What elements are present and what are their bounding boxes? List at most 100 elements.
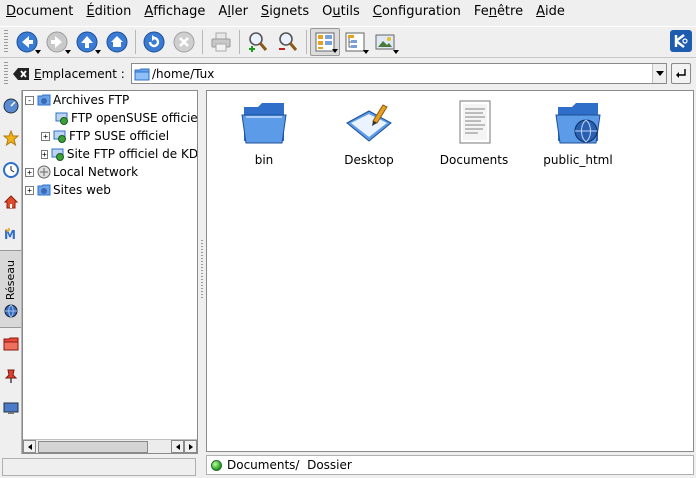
main-toolbar <box>0 26 696 58</box>
sidebar-status-bar <box>2 458 196 476</box>
up-button[interactable] <box>72 28 102 56</box>
menu-outils[interactable]: Outils <box>318 1 364 23</box>
location-bar: Emplacement : <box>0 60 696 88</box>
monitor-icon <box>3 402 18 414</box>
tree-horizontal-scrollbar[interactable] <box>23 439 197 453</box>
web-folder-icon <box>555 103 601 144</box>
printer-icon <box>211 32 231 52</box>
file-item-bin[interactable]: bin <box>219 97 309 167</box>
svg-text:M: M <box>4 228 16 242</box>
file-item-desktop[interactable]: Desktop <box>324 97 414 167</box>
tree-item-ftp-opensuse[interactable]: FTP openSUSE officiel <box>55 109 197 127</box>
zoom-out-button[interactable] <box>273 28 303 56</box>
reload-button[interactable] <box>139 28 169 56</box>
file-icon-view[interactable]: bin Desktop Documents public_html <box>206 90 694 452</box>
tab-history[interactable] <box>0 90 21 122</box>
tab-media[interactable]: M <box>0 218 21 250</box>
menu-edition[interactable]: Édition <box>82 1 135 23</box>
menu-signets[interactable]: Signets <box>257 1 313 23</box>
tab-devices[interactable] <box>0 392 21 424</box>
tree-item-sites-web[interactable]: + Sites web <box>25 181 197 199</box>
zoom-in-icon <box>249 32 268 52</box>
stop-button[interactable] <box>169 28 199 56</box>
folder-small-icon <box>134 67 150 81</box>
desktop-folder-icon <box>346 104 392 142</box>
expand-toggle[interactable]: + <box>25 185 34 195</box>
tree-item-ftp-kde[interactable]: + Site FTP officiel de KDE <box>41 145 197 163</box>
menu-bar: Document Édition Affichage Aller Signets… <box>0 0 696 24</box>
history-icon <box>3 98 18 114</box>
tab-sidebar-settings[interactable] <box>0 360 21 392</box>
home-folder-icon <box>3 195 18 209</box>
tab-home[interactable] <box>0 186 21 218</box>
expand-toggle[interactable]: + <box>41 149 48 159</box>
tree-item-archives-ftp[interactable]: - Archives FTP <box>25 91 197 109</box>
ftp-site-icon <box>53 129 67 143</box>
local-network-icon <box>37 165 51 179</box>
location-dropdown-button[interactable] <box>652 64 666 83</box>
network-folder-icon <box>37 93 51 107</box>
toolbar-grip[interactable] <box>4 30 8 54</box>
print-button[interactable] <box>206 28 236 56</box>
clear-location-icon[interactable] <box>12 67 30 81</box>
ftp-site-icon <box>55 111 69 125</box>
menu-fenetre[interactable]: Fenêtre <box>470 1 527 23</box>
file-item-documents[interactable]: Documents <box>429 97 519 167</box>
home-button[interactable] <box>102 28 132 56</box>
expand-toggle[interactable]: + <box>25 167 34 177</box>
star-icon <box>2 130 19 146</box>
file-name: Documents <box>439 153 509 167</box>
pushpin-icon <box>4 369 17 383</box>
location-label: Emplacement : <box>34 67 125 81</box>
tree-item-local-network[interactable]: + Local Network <box>25 163 197 181</box>
menu-aide[interactable]: Aide <box>532 1 569 23</box>
zoom-in-button[interactable] <box>243 28 273 56</box>
preview-view-button[interactable] <box>370 28 400 56</box>
sidebar-tabs: M Réseau <box>0 90 22 454</box>
icon-view-button[interactable] <box>310 28 340 56</box>
scroll-thumb[interactable] <box>38 440 148 453</box>
tree-item-label: Archives FTP <box>53 93 130 107</box>
network-folder-icon <box>37 183 51 197</box>
file-item-public-html[interactable]: public_html <box>533 97 623 167</box>
document-icon <box>459 100 491 144</box>
status-led-icon <box>211 459 222 471</box>
tab-reseau[interactable]: Réseau <box>0 250 21 328</box>
tab-services[interactable] <box>0 154 21 186</box>
menu-document[interactable]: Document <box>2 1 77 23</box>
expand-toggle[interactable]: + <box>41 131 50 141</box>
location-input[interactable] <box>150 64 652 83</box>
media-player-icon: M <box>4 228 16 242</box>
main-status-bar: Documents/ Dossier <box>206 455 694 475</box>
forward-button[interactable] <box>42 28 72 56</box>
network-globe-icon <box>4 304 17 318</box>
scroll-left-button[interactable] <box>23 440 36 453</box>
red-folder-icon <box>3 337 18 351</box>
stop-icon <box>173 31 195 53</box>
scroll-left-button-2[interactable] <box>171 440 184 453</box>
zoom-out-icon <box>279 32 298 51</box>
tree-item-label: FTP openSUSE officiel <box>71 111 197 125</box>
go-button[interactable] <box>671 63 691 84</box>
folder-icon <box>241 103 287 144</box>
menu-affichage[interactable]: Affichage <box>140 1 209 23</box>
tab-bookmarks[interactable] <box>0 122 21 154</box>
ftp-site-icon <box>51 147 65 161</box>
kde-logo-icon <box>670 30 692 52</box>
locationbar-grip[interactable] <box>4 62 8 86</box>
tree-item-ftp-suse[interactable]: + FTP SUSE officiel <box>41 127 197 145</box>
location-combobox[interactable] <box>131 63 667 84</box>
tree-item-label: Local Network <box>53 165 139 179</box>
tree-item-label: Site FTP officiel de KDE <box>66 147 197 161</box>
back-button[interactable] <box>12 28 42 56</box>
tab-root-folder[interactable] <box>0 328 21 360</box>
collapse-toggle[interactable]: - <box>25 95 34 105</box>
scroll-right-button[interactable] <box>184 440 197 453</box>
tree-item-label: Sites web <box>53 183 111 197</box>
panel-splitter[interactable] <box>199 90 205 454</box>
enter-arrow-icon <box>676 68 686 78</box>
menu-aller[interactable]: Aller <box>214 1 252 23</box>
menu-configuration[interactable]: Configuration <box>369 1 465 23</box>
file-name: public_html <box>543 153 613 167</box>
tree-view-button[interactable] <box>340 28 370 56</box>
